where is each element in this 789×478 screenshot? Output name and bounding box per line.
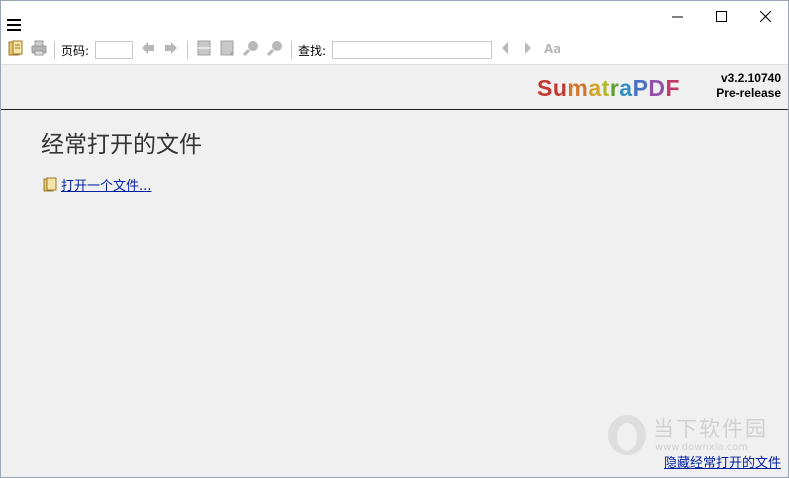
toolbar-separator [291, 41, 292, 59]
minimize-button[interactable] [657, 1, 697, 31]
logo-letter: P [632, 75, 649, 101]
open-folder-icon [8, 40, 23, 56]
logo-letter: r [609, 75, 620, 101]
open-file-link[interactable]: 打开一个文件... [43, 175, 151, 194]
version-number: v3.2.10740 [720, 71, 781, 85]
find-next-button[interactable] [521, 39, 535, 57]
build-type: Pre-release [716, 86, 781, 100]
fit-page-icon [197, 40, 211, 56]
sumatra-window: 页码: 查找: Aa SumatraPDF v3.2.10740 Pre-rel… [0, 0, 789, 478]
find-label: 查找: [298, 44, 327, 58]
version-info: v3.2.10740 Pre-release [706, 71, 781, 101]
fit-width-button[interactable] [219, 39, 235, 57]
hamburger-menu-icon[interactable] [7, 19, 21, 31]
find-input[interactable] [332, 41, 492, 59]
zoom-in-button[interactable] [267, 39, 283, 57]
watermark-text: 当下软件园 [653, 417, 768, 441]
page-number-input[interactable] [95, 41, 133, 59]
single-page-icon [220, 40, 234, 56]
sumatra-logo: SumatraPDF [537, 75, 680, 102]
toolbar-separator [187, 41, 188, 59]
toolbar: 页码: 查找: Aa [1, 31, 788, 65]
close-icon [759, 10, 771, 22]
logo-letter: F [665, 75, 681, 101]
print-button[interactable] [30, 39, 48, 57]
page-label: 页码: [61, 44, 90, 58]
logo-letter: m [567, 75, 589, 101]
arrow-right-icon [165, 42, 177, 54]
logo-letter: a [588, 75, 602, 101]
fit-page-button[interactable] [196, 39, 212, 57]
zoom-out-button[interactable] [243, 39, 259, 57]
open-file-link-text: 打开一个文件... [61, 179, 152, 194]
watermark-logo-icon [608, 415, 646, 455]
find-previous-button[interactable] [498, 39, 512, 57]
next-page-button[interactable] [163, 39, 179, 57]
triangle-right-icon [525, 42, 531, 54]
minimize-icon [671, 16, 683, 17]
logo-letter: D [648, 75, 666, 101]
hide-recent-files-link[interactable]: 隐藏经常打开的文件 [664, 452, 781, 471]
logo-letter: S [537, 75, 553, 101]
title-bar [1, 1, 788, 31]
open-file-button[interactable] [7, 39, 25, 57]
zoom-in-icon [267, 41, 282, 56]
logo-letter: u [552, 75, 568, 101]
open-document-icon [43, 177, 57, 192]
maximize-icon [715, 10, 727, 22]
arrow-left-icon [142, 42, 154, 54]
match-case-button[interactable]: Aa [544, 39, 560, 57]
logo-letter: t [601, 75, 610, 101]
watermark: 当下软件园 www.downxia.com [605, 411, 775, 457]
logo-letter: a [619, 75, 633, 101]
triangle-left-icon [502, 42, 508, 54]
maximize-button[interactable] [701, 1, 741, 31]
previous-page-button[interactable] [140, 39, 156, 57]
toolbar-separator [54, 41, 55, 59]
match-case-icon: Aa [544, 42, 560, 55]
frequently-read-heading: 经常打开的文件 [41, 132, 202, 158]
zoom-out-icon [243, 41, 258, 56]
close-button[interactable] [745, 1, 785, 31]
printer-icon [31, 40, 47, 56]
svg-text:Aa: Aa [544, 42, 560, 55]
branding-bar: SumatraPDF v3.2.10740 Pre-release [1, 65, 788, 110]
